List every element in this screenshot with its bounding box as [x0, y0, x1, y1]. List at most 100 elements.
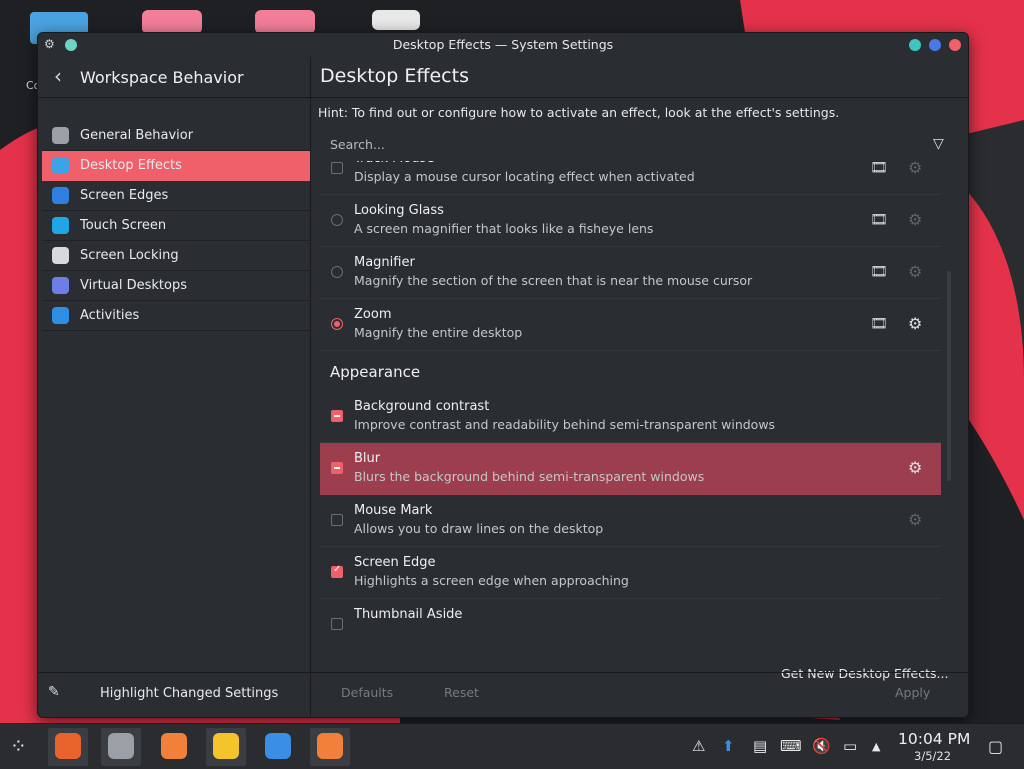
effect-description: Highlights a screen edge when approachin…	[354, 573, 629, 588]
window-title: Desktop Effects — System Settings	[392, 37, 614, 52]
keyboard-icon[interactable]: ⌨	[780, 737, 802, 755]
maximize-button[interactable]	[929, 39, 941, 51]
effect-name: Looking Glass	[354, 203, 444, 218]
show-desktop-icon[interactable]: ▢	[988, 737, 1003, 756]
sidebar-item-label: Screen Edges	[80, 188, 169, 203]
scrollbar[interactable]	[947, 271, 951, 481]
effect-description: Allows you to draw lines on the desktop	[354, 521, 604, 536]
sidebar-item-screen-edges[interactable]: Screen Edges	[42, 181, 310, 211]
effect-row[interactable]: Thumbnail Aside	[320, 599, 941, 641]
effect-row[interactable]: Background contrast Improve contrast and …	[320, 391, 941, 443]
back-arrow-icon[interactable]: ‹	[54, 64, 62, 88]
sidebar-item-touch-screen[interactable]: Touch Screen	[42, 211, 310, 241]
effect-row[interactable]: Looking Glass A screen magnifier that loo…	[320, 195, 941, 247]
minimize-button[interactable]	[909, 39, 921, 51]
sidebar-item-label: Virtual Desktops	[80, 278, 187, 293]
taskbar: ⁘ ⚠ ⬆ ▤ ⌨ 🔇 ▭ ▲ 10:04 PM 3/5/22 ▢	[0, 723, 1024, 769]
defaults-button[interactable]: Defaults	[341, 685, 393, 700]
effect-row[interactable]: Magnifier Magnify the section of the scre…	[320, 247, 941, 299]
expand-tray-icon[interactable]: ▲	[872, 740, 880, 753]
effect-checkbox[interactable]	[331, 162, 343, 174]
effect-row[interactable]: Zoom Magnify the entire desktop 🎞 ⚙	[320, 299, 941, 351]
video-preview-icon[interactable]: 🎞	[870, 161, 888, 176]
configure-icon[interactable]: ⚙	[908, 458, 922, 477]
effect-radio[interactable]	[331, 214, 343, 226]
screen-edges-icon	[52, 187, 69, 204]
folder-icon[interactable]	[255, 10, 315, 34]
taskbar-app[interactable]	[310, 728, 350, 766]
effect-checkbox[interactable]	[331, 462, 343, 474]
kde-connect-icon	[265, 733, 291, 759]
effect-name: Blur	[354, 451, 381, 466]
effect-description: A screen magnifier that looks like a fis…	[354, 221, 654, 236]
lock-icon	[52, 247, 69, 264]
sidebar-item-desktop-effects[interactable]: Desktop Effects	[42, 151, 310, 181]
firefox-icon	[55, 733, 81, 759]
sidebar-item-screen-locking[interactable]: Screen Locking	[42, 241, 310, 271]
clock-time[interactable]: 10:04 PM	[898, 730, 970, 748]
configure-icon: ⚙	[908, 161, 923, 177]
video-preview-icon[interactable]: 🎞	[870, 316, 888, 332]
configure-icon: ⚙	[908, 262, 923, 281]
effects-list: Track Mouse Display a mouse cursor locati…	[320, 161, 943, 641]
touch-screen-icon	[52, 217, 69, 234]
sidebar-item-activities[interactable]: Activities	[42, 301, 310, 331]
effect-description: Magnify the entire desktop	[354, 325, 523, 340]
drive-icon[interactable]	[372, 10, 420, 30]
clipboard-icon[interactable]: ▤	[753, 737, 767, 755]
main-header: Desktop Effects	[311, 57, 968, 98]
sidebar-item-label: General Behavior	[80, 128, 194, 143]
effect-name: Screen Edge	[354, 555, 436, 570]
taskbar-app[interactable]	[258, 728, 298, 766]
filter-icon[interactable]: ▽	[933, 136, 944, 152]
clock-date[interactable]: 3/5/22	[914, 749, 951, 763]
effect-name: Mouse Mark	[354, 503, 433, 518]
effect-name: Zoom	[354, 307, 392, 322]
effect-checkbox[interactable]	[331, 410, 343, 422]
sidebar-title: Workspace Behavior	[80, 68, 244, 87]
system-settings-icon	[108, 733, 134, 759]
pencil-icon[interactable]: ✎	[48, 684, 60, 700]
effect-row[interactable]: Blur Blurs the background behind semi-tra…	[320, 443, 941, 495]
highlight-changed-settings-button[interactable]: Highlight Changed Settings	[100, 686, 278, 701]
titlebar[interactable]: ⚙ Desktop Effects — System Settings	[38, 33, 968, 57]
sidebar-footer: ✎ Highlight Changed Settings	[38, 672, 310, 717]
effect-radio[interactable]	[331, 266, 343, 278]
hint-text: Hint: To find out or configure how to ac…	[318, 105, 840, 120]
network-icon[interactable]: ▭	[843, 737, 857, 755]
effect-checkbox[interactable]	[331, 618, 343, 630]
effect-radio[interactable]	[331, 318, 343, 330]
folder-icon[interactable]	[142, 10, 202, 34]
close-button[interactable]	[949, 39, 961, 51]
activities-icon	[52, 307, 69, 324]
sidebar-item-general-behavior[interactable]: General Behavior	[42, 121, 310, 151]
reset-button[interactable]: Reset	[444, 685, 479, 700]
page-title: Desktop Effects	[320, 65, 469, 87]
volume-muted-icon[interactable]: 🔇	[812, 737, 831, 755]
effect-row[interactable]: Screen Edge Highlights a screen edge when…	[320, 547, 941, 599]
effect-row[interactable]: Mouse Mark Allows you to draw lines on th…	[320, 495, 941, 547]
video-preview-icon[interactable]: 🎞	[870, 212, 888, 228]
update-icon[interactable]: ⬆	[722, 737, 735, 755]
sidebar-item-virtual-desktops[interactable]: Virtual Desktops	[42, 271, 310, 301]
apply-button[interactable]: Apply	[895, 685, 930, 700]
notifications-icon[interactable]: ⚠	[692, 737, 705, 755]
app-launcher-icon[interactable]: ⁘	[10, 734, 27, 758]
effect-name: Magnifier	[354, 255, 415, 270]
video-preview-icon[interactable]: 🎞	[870, 264, 888, 280]
taskbar-app[interactable]	[101, 728, 141, 766]
effect-description: Improve contrast and readability behind …	[354, 417, 776, 432]
taskbar-app[interactable]	[154, 728, 194, 766]
sidebar-item-label: Desktop Effects	[80, 158, 182, 173]
effect-checkbox[interactable]	[331, 514, 343, 526]
search-input[interactable]	[320, 129, 950, 159]
effect-name: Track Mouse	[354, 161, 434, 166]
configure-icon: ⚙	[908, 510, 923, 529]
effect-name: Background contrast	[354, 399, 490, 414]
effect-checkbox[interactable]	[331, 564, 343, 578]
taskbar-app[interactable]	[206, 728, 246, 766]
sidebar-item-label: Touch Screen	[80, 218, 167, 233]
configure-icon[interactable]: ⚙	[908, 314, 922, 333]
taskbar-app[interactable]	[48, 728, 88, 766]
effect-row[interactable]: Track Mouse Display a mouse cursor locati…	[320, 161, 941, 195]
